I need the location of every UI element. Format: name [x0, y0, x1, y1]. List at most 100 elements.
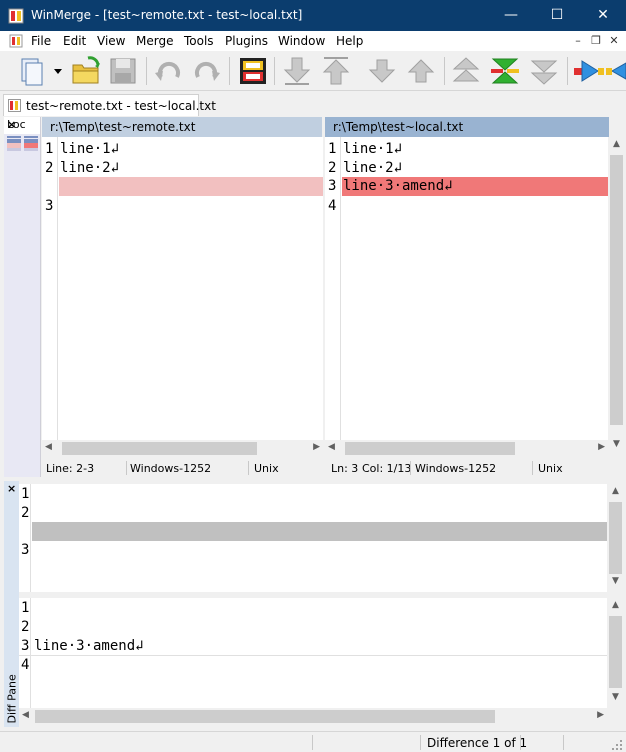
menu-edit[interactable]: Edit [63, 34, 86, 48]
diff-horizontal-scrollbar[interactable]: ◀ ▶ [19, 708, 607, 725]
mdi-close-button[interactable]: ✕ [606, 34, 622, 47]
diff-bottom-line-2[interactable]: 2 [19, 618, 607, 637]
redo-icon[interactable] [190, 55, 222, 87]
location-bars[interactable] [6, 136, 39, 152]
right-horizontal-scrollbar[interactable]: ◀ ▶ [325, 440, 608, 457]
current-diff-icon[interactable] [489, 55, 521, 87]
next-conflict-icon[interactable] [366, 55, 398, 87]
scroll-down-arrow-icon[interactable]: ▼ [607, 692, 624, 706]
right-vertical-scrollbar[interactable]: ▲ ▼ [608, 137, 625, 457]
next-diff-icon[interactable] [281, 55, 313, 87]
scroll-right-arrow-icon[interactable]: ▶ [598, 442, 605, 452]
scroll-left-arrow-icon[interactable]: ◀ [22, 710, 29, 720]
scroll-left-arrow-icon[interactable]: ◀ [328, 442, 335, 452]
menu-view[interactable]: View [97, 34, 125, 48]
compare-text-icon[interactable] [237, 55, 269, 87]
document-icon[interactable] [9, 34, 23, 48]
open-folder-icon[interactable] [70, 55, 102, 87]
scrollbar-thumb[interactable] [609, 616, 622, 688]
right-encoding: Windows-1252 [415, 462, 497, 475]
right-line-3[interactable]: 3 line·3·amend↲ [325, 177, 608, 196]
menu-bar: File Edit View Merge Tools Plugins Windo… [0, 31, 626, 51]
scroll-up-arrow-icon[interactable]: ▲ [608, 139, 625, 153]
line-number: 1 [21, 600, 30, 616]
menu-window[interactable]: Window [278, 34, 325, 48]
resize-grip-icon[interactable] [612, 740, 623, 751]
left-eol: Unix [254, 462, 279, 475]
line-number: 3 [328, 178, 337, 194]
right-line-1[interactable]: 1 line·1↲ [325, 140, 608, 159]
menu-help[interactable]: Help [336, 34, 363, 48]
scrollbar-thumb[interactable] [610, 155, 623, 425]
diff-top-line-2[interactable]: 2 [19, 504, 607, 523]
right-editor-pane[interactable]: 1 line·1↲ 2 line·2↲ 3 line·3·amend↲ 4 [325, 137, 608, 440]
left-editor-pane[interactable]: 1 line·1↲ 2 line·2↲ 3 [42, 137, 323, 440]
right-line-4[interactable]: 4 [325, 197, 608, 216]
status-separator [420, 735, 421, 750]
maximize-button[interactable]: ☐ [534, 0, 580, 31]
line-number: 4 [21, 657, 30, 673]
scroll-up-arrow-icon[interactable]: ▲ [607, 600, 624, 614]
left-line-1[interactable]: 1 line·1↲ [42, 140, 323, 159]
scroll-right-arrow-icon[interactable]: ▶ [313, 442, 320, 452]
prev-conflict-icon[interactable] [405, 55, 437, 87]
line-number: 1 [328, 141, 337, 157]
copy-left-icon[interactable] [606, 55, 626, 87]
mdi-minimize-button[interactable]: – [570, 34, 586, 47]
status-separator [520, 735, 521, 750]
toolbar-separator [146, 57, 147, 85]
scroll-down-arrow-icon[interactable]: ▼ [608, 439, 625, 453]
diff-bottom-line-3[interactable]: 3 line·3·amend↲ [19, 637, 607, 656]
line-text: line·2↲ [343, 160, 403, 176]
scroll-up-arrow-icon[interactable]: ▲ [607, 486, 624, 500]
winmerge-app-icon [8, 8, 24, 24]
location-pane-close-button[interactable]: × [7, 118, 16, 131]
diff-top-vertical-scrollbar[interactable]: ▲ ▼ [607, 484, 624, 592]
save-icon[interactable] [107, 55, 139, 87]
mdi-restore-button[interactable]: ❐ [588, 34, 604, 47]
right-line-2[interactable]: 2 line·2↲ [325, 159, 608, 178]
line-number: 2 [21, 619, 30, 635]
diff-bottom-line-4[interactable]: 4 [19, 656, 607, 675]
left-horizontal-scrollbar[interactable]: ◀ ▶ [42, 440, 323, 457]
scroll-right-arrow-icon[interactable]: ▶ [597, 710, 604, 720]
menu-tools[interactable]: Tools [184, 34, 214, 48]
diff-top-line-1[interactable]: 1 [19, 485, 607, 504]
diff-pane-top[interactable]: 1 2 3 [19, 484, 607, 592]
minimize-button[interactable]: — [488, 0, 534, 31]
diff-bottom-vertical-scrollbar[interactable]: ▲ ▼ [607, 598, 624, 708]
menu-merge[interactable]: Merge [136, 34, 173, 48]
scrollbar-thumb[interactable] [35, 710, 495, 723]
document-tab-strip: test~remote.txt - test~local.txt [0, 92, 626, 116]
undo-icon[interactable] [153, 55, 185, 87]
diff-pane-label: Diff Pane [5, 674, 19, 724]
left-line-2[interactable]: 2 line·2↲ [42, 159, 323, 178]
line-number: 2 [21, 505, 30, 521]
scrollbar-thumb[interactable] [609, 502, 622, 574]
diff-pane-bottom[interactable]: 1 2 3 line·3·amend↲ 4 [19, 598, 607, 708]
diff-bottom-line-1[interactable]: 1 [19, 599, 607, 618]
new-document-icon[interactable] [16, 55, 48, 87]
scroll-left-arrow-icon[interactable]: ◀ [45, 442, 52, 452]
menu-file[interactable]: File [31, 34, 51, 48]
left-line-indicator: Line: 2-3 [46, 462, 95, 475]
diff-top-ghost-line[interactable] [19, 522, 607, 541]
diff-top-line-3[interactable]: 3 [19, 541, 607, 560]
close-button[interactable]: ✕ [580, 0, 626, 31]
left-line-3[interactable]: 3 [42, 197, 323, 216]
scroll-down-arrow-icon[interactable]: ▼ [607, 576, 624, 590]
location-pane[interactable]: Loc × [4, 117, 41, 477]
copy-right-icon[interactable] [572, 55, 604, 87]
line-number: 1 [45, 141, 54, 157]
left-ghost-line[interactable] [42, 177, 323, 196]
dropdown-arrow-icon[interactable] [48, 55, 68, 87]
status-separator [410, 461, 411, 475]
menu-plugins[interactable]: Plugins [225, 34, 268, 48]
first-diff-icon[interactable] [450, 55, 482, 87]
scrollbar-thumb[interactable] [345, 442, 515, 455]
scrollbar-thumb[interactable] [62, 442, 257, 455]
last-diff-icon[interactable] [528, 55, 560, 87]
diff-pane-close-button[interactable]: × [7, 482, 16, 495]
document-tab[interactable]: test~remote.txt - test~local.txt [3, 94, 216, 116]
prev-diff-icon[interactable] [320, 55, 352, 87]
